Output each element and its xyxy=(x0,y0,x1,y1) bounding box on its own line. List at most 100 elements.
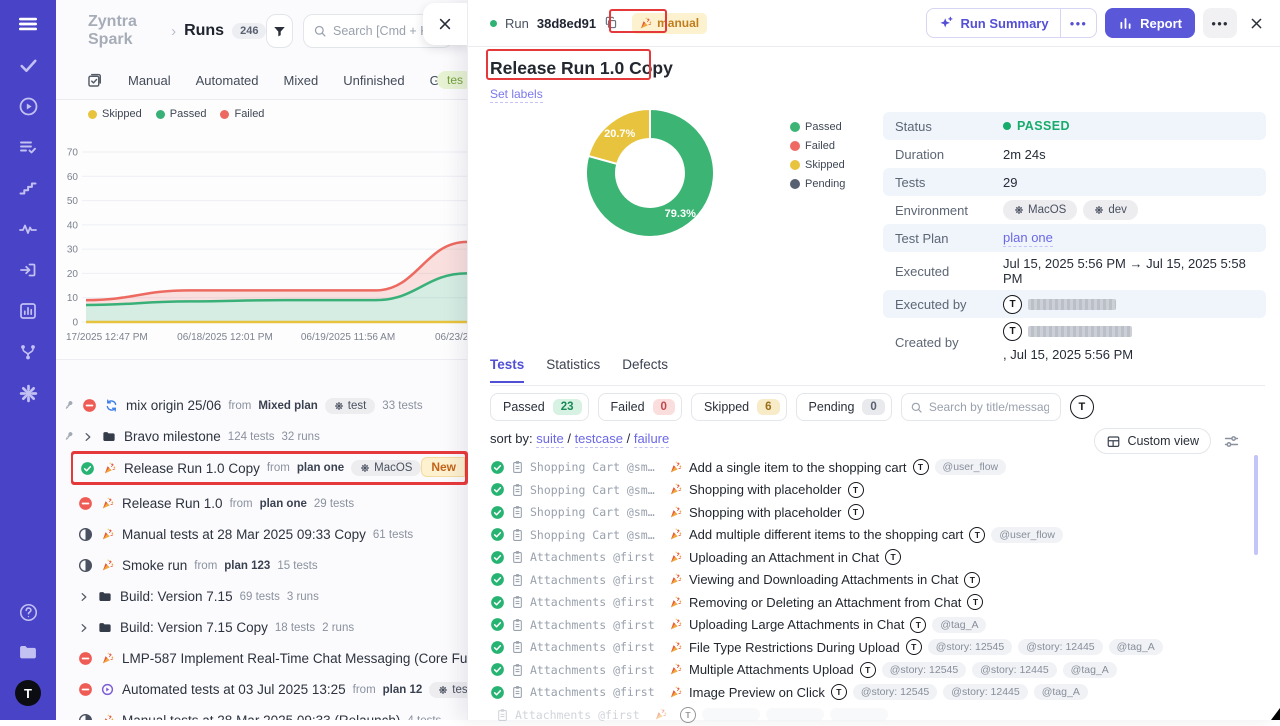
run-row[interactable]: Build: Version 7.15 Copy18 tests2 runs xyxy=(56,612,467,643)
run-row[interactable]: Manual tests at 28 Mar 2025 09:33 (Relau… xyxy=(56,705,467,720)
folder-icon xyxy=(97,620,113,635)
run-row[interactable]: Automated tests at 03 Jul 2025 13:25from… xyxy=(56,674,467,705)
run-meta: 61 tests xyxy=(373,529,413,541)
bar-chart-icon[interactable] xyxy=(16,299,40,323)
tests-search-input[interactable] xyxy=(929,400,1049,414)
check-icon[interactable] xyxy=(16,53,40,77)
select-runs-icon[interactable] xyxy=(86,72,103,89)
filter-pending-button[interactable]: Pending0 xyxy=(796,393,892,421)
test-row[interactable]: Attachments @firstUploading an Attachmen… xyxy=(490,546,1252,569)
runs-panel-close-button[interactable] xyxy=(423,3,467,45)
help-icon[interactable] xyxy=(16,600,40,624)
app-sidebar: T xyxy=(0,0,56,720)
menu-icon[interactable] xyxy=(16,12,40,36)
test-row[interactable]: Attachments @firstViewing and Downloadin… xyxy=(490,569,1252,592)
assignee-filter-avatar[interactable]: T xyxy=(1070,395,1094,419)
manual-badge: manual xyxy=(632,13,707,34)
legend-dot-icon xyxy=(790,122,800,132)
tab-tests[interactable]: Tests xyxy=(490,357,524,383)
test-row[interactable]: Attachments @firstImage Preview on Click… xyxy=(490,681,1252,704)
pulse-icon[interactable] xyxy=(16,217,40,241)
play-circle-icon[interactable] xyxy=(16,94,40,118)
svg-text:50: 50 xyxy=(67,196,79,207)
assignee-avatar: T xyxy=(964,572,980,588)
test-plan-link[interactable]: plan one xyxy=(1003,230,1053,247)
branch-icon[interactable] xyxy=(16,340,40,364)
test-row[interactable]: Shopping Cart @sm…Shopping with placehol… xyxy=(490,501,1252,524)
run-row[interactable]: Manual tests at 28 Mar 2025 09:33 Copy61… xyxy=(56,519,467,550)
folder-open-icon[interactable] xyxy=(16,640,40,664)
donut-legend-passed: Passed xyxy=(790,121,845,133)
custom-view-button[interactable]: Custom view xyxy=(1094,428,1211,454)
test-row[interactable]: Attachments @firstUploading Large Attach… xyxy=(490,614,1252,637)
run-status-dot xyxy=(490,20,497,27)
chevron-right-icon[interactable] xyxy=(78,591,90,603)
test-row[interactable]: Shopping Cart @sm…Add multiple different… xyxy=(490,524,1252,547)
detail-row-executed-by: Executed byT xyxy=(883,290,1266,318)
run-summary-more-button[interactable]: ●●● xyxy=(1060,9,1097,37)
test-row[interactable]: Shopping Cart @sm…Add a single item to t… xyxy=(490,456,1252,479)
copy-icon[interactable] xyxy=(604,16,618,30)
run-details-table: StatusPASSEDDuration2m 24sTests29Environ… xyxy=(883,112,1266,366)
svg-text:30: 30 xyxy=(67,245,79,256)
run-meta: 29 tests xyxy=(314,498,354,510)
breadcrumb-section[interactable]: Runs xyxy=(184,22,224,40)
run-row[interactable]: Release Run 1.0 Copyfromplan oneMacOSdev… xyxy=(71,452,467,484)
filter-passed-button[interactable]: Passed23 xyxy=(490,393,589,421)
run-row[interactable]: Release Run 1.0fromplan one29 tests xyxy=(56,488,467,519)
filter-button[interactable] xyxy=(266,14,293,48)
user-avatar[interactable]: T xyxy=(15,680,41,706)
sort-by-testcase[interactable]: testcase xyxy=(575,431,623,448)
run-row[interactable]: Bravo milestone124 tests32 runs xyxy=(56,421,467,452)
run-summary-button[interactable]: Run Summary xyxy=(927,9,1059,37)
runs-tab-manual[interactable]: Manual xyxy=(128,73,171,88)
chevron-right-icon[interactable] xyxy=(78,622,90,634)
filter-failed-button[interactable]: Failed0 xyxy=(598,393,682,421)
sign-in-icon[interactable] xyxy=(16,258,40,282)
tab-defects[interactable]: Defects xyxy=(622,357,668,381)
detail-row-test-plan: Test Planplan one xyxy=(883,224,1266,252)
runs-tab-unfinished[interactable]: Unfinished xyxy=(343,73,404,88)
clipboard-icon xyxy=(511,663,524,677)
run-row[interactable]: LMP-587 Implement Real-Time Chat Messagi… xyxy=(56,643,467,674)
runs-tab-env-badge[interactable]: tes xyxy=(437,71,467,89)
gear-icon[interactable] xyxy=(16,381,40,405)
test-row[interactable]: Shopping Cart @sm…Shopping with placehol… xyxy=(490,479,1252,502)
test-row[interactable]: Attachments @firstT xyxy=(490,704,1252,726)
runs-tab-automated[interactable]: Automated xyxy=(196,73,259,88)
tests-search[interactable] xyxy=(901,393,1061,421)
sliders-icon[interactable] xyxy=(1223,433,1240,450)
set-labels-link[interactable]: Set labels xyxy=(490,87,543,103)
breadcrumb-project[interactable]: Zyntra Spark xyxy=(88,13,163,49)
test-row[interactable]: Attachments @firstFile Type Restrictions… xyxy=(490,636,1252,659)
sort-by-failure[interactable]: failure xyxy=(634,431,669,448)
run-row[interactable]: Smoke runfromplan 12315 tests xyxy=(56,550,467,581)
legend-dot-icon xyxy=(790,160,800,170)
env-badge: test xyxy=(325,398,376,414)
assignee-avatar: T xyxy=(860,662,876,678)
list-check-icon[interactable] xyxy=(16,135,40,159)
detail-tabs: Tests Statistics Defects xyxy=(490,357,1265,386)
test-row[interactable]: Attachments @firstMultiple Attachments U… xyxy=(490,659,1252,682)
run-row[interactable]: mix origin 25/06fromMixed plantest33 tes… xyxy=(56,390,467,421)
tests-scrollbar[interactable] xyxy=(1254,455,1258,555)
sort-by-suite[interactable]: suite xyxy=(536,431,563,448)
detail-close-button[interactable] xyxy=(1249,16,1264,31)
run-status-inprogress-icon xyxy=(78,527,93,542)
filter-skipped-button[interactable]: Skipped6 xyxy=(691,393,787,421)
search-icon xyxy=(313,24,327,38)
detail-row-environment: EnvironmentMacOSdev xyxy=(883,196,1266,224)
tab-statistics[interactable]: Statistics xyxy=(546,357,600,381)
run-row[interactable]: Build: Version 7.1569 tests3 runs xyxy=(56,581,467,612)
test-row[interactable]: Attachments @firstRemoving or Deleting a… xyxy=(490,591,1252,614)
more-actions-button[interactable]: ●●● xyxy=(1203,8,1237,38)
chevron-right-icon[interactable] xyxy=(82,431,94,443)
run-status-inprogress-icon xyxy=(78,558,93,573)
steps-icon[interactable] xyxy=(16,176,40,200)
run-detail-header: Run 38d8ed91 manual Run Summary ●●● Repo… xyxy=(468,0,1280,47)
test-tag: @tag_A xyxy=(1063,662,1117,678)
report-button[interactable]: Report xyxy=(1105,8,1195,38)
runs-tab-mixed[interactable]: Mixed xyxy=(284,73,319,88)
close-icon xyxy=(437,16,453,32)
svg-text:79.3%: 79.3% xyxy=(665,208,696,220)
